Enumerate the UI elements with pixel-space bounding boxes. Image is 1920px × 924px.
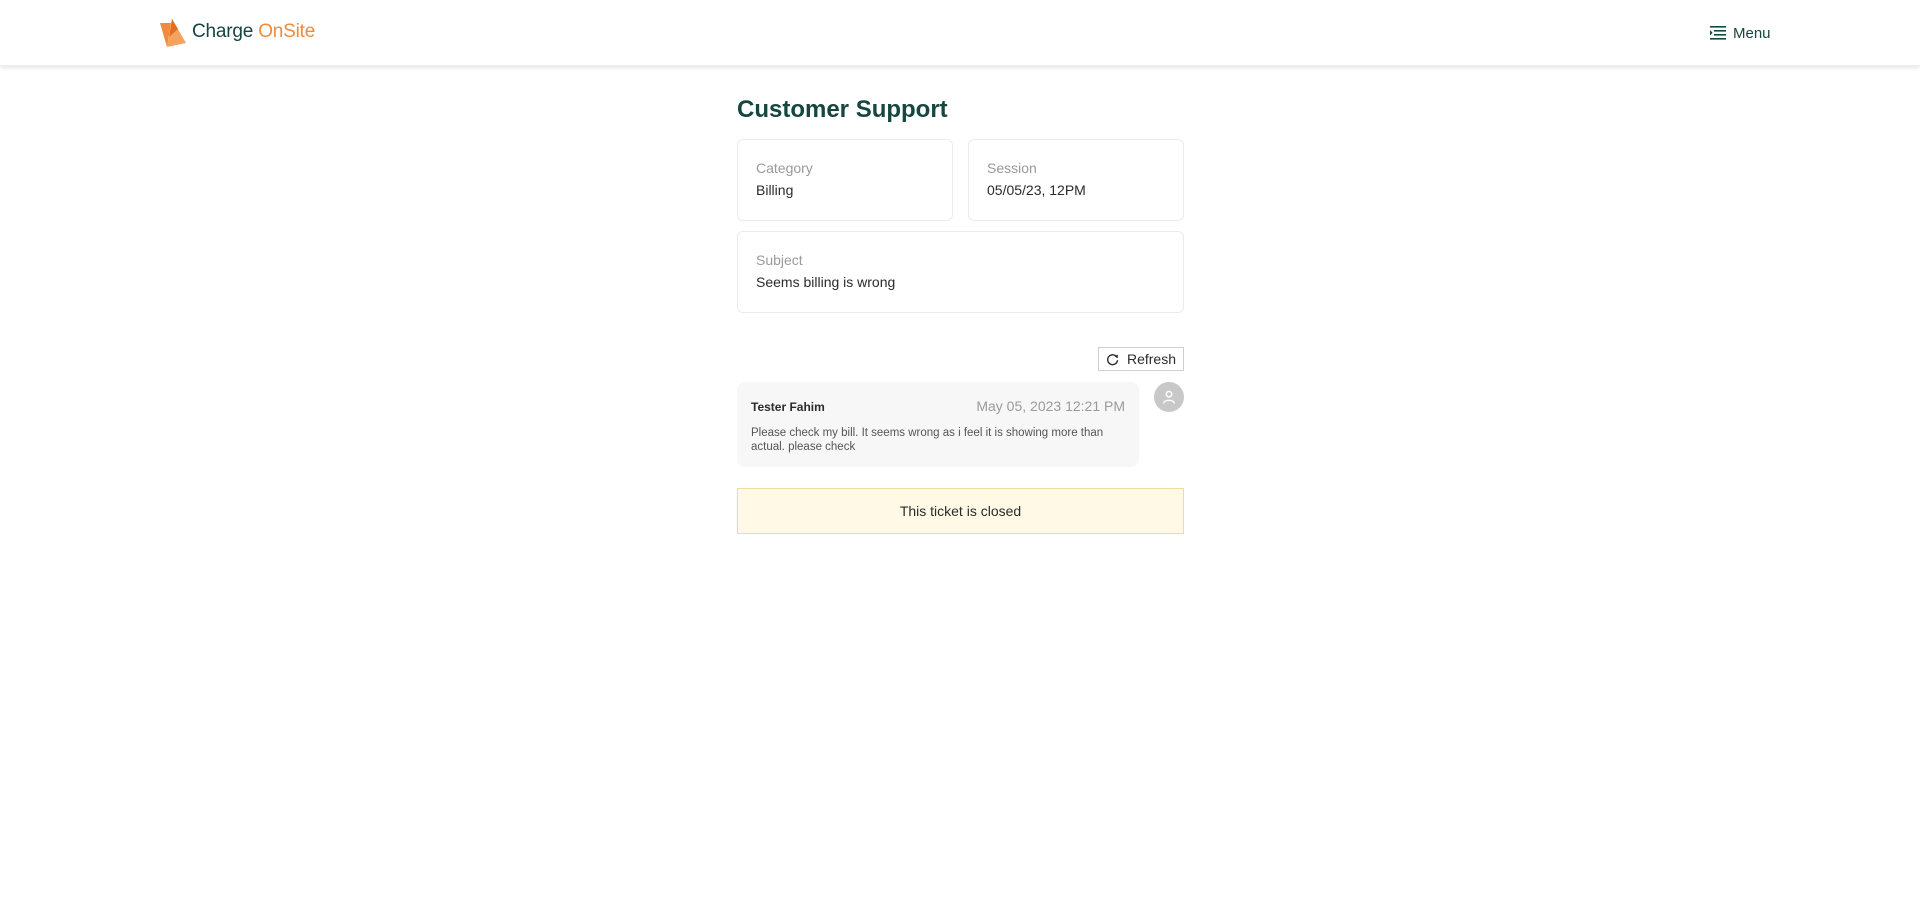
brand-name: Charge OnSite bbox=[192, 21, 315, 43]
category-card: Category Billing bbox=[737, 139, 953, 221]
message-bubble: Tester Fahim May 05, 2023 12:21 PM Pleas… bbox=[737, 382, 1139, 467]
brand-name-part2: OnSite bbox=[258, 21, 316, 42]
session-value: 05/05/23, 12PM bbox=[987, 182, 1086, 198]
menu-label: Menu bbox=[1733, 24, 1771, 42]
category-value: Billing bbox=[756, 182, 794, 198]
brand-logo[interactable]: Charge OnSite bbox=[158, 17, 315, 47]
category-label: Category bbox=[756, 160, 813, 176]
logo-mark-icon bbox=[160, 19, 186, 47]
subject-card: Subject Seems billing is wrong bbox=[737, 231, 1184, 313]
refresh-label: Refresh bbox=[1126, 351, 1177, 367]
message-author: Tester Fahim bbox=[751, 400, 825, 414]
session-label: Session bbox=[987, 160, 1037, 176]
refresh-icon bbox=[1107, 353, 1119, 365]
user-icon bbox=[1163, 390, 1175, 404]
ticket-closed-banner: This ticket is closed bbox=[737, 488, 1184, 534]
subject-value: Seems billing is wrong bbox=[756, 274, 896, 290]
message-body: Please check my bill. It seems wrong as … bbox=[751, 427, 1104, 453]
message-timestamp: May 05, 2023 12:21 PM bbox=[976, 398, 1125, 414]
brand-name-part1: Charge bbox=[192, 21, 254, 42]
subject-label: Subject bbox=[756, 252, 803, 268]
session-card: Session 05/05/23, 12PM bbox=[968, 139, 1184, 221]
top-header: Charge OnSite Menu bbox=[0, 0, 1920, 66]
menu-button[interactable]: Menu bbox=[1710, 22, 1771, 44]
refresh-button[interactable]: Refresh bbox=[1098, 347, 1184, 371]
menu-icon bbox=[1710, 26, 1726, 40]
page-title: Customer Support bbox=[737, 96, 948, 123]
avatar bbox=[1154, 382, 1184, 412]
ticket-closed-text: This ticket is closed bbox=[899, 503, 1022, 519]
